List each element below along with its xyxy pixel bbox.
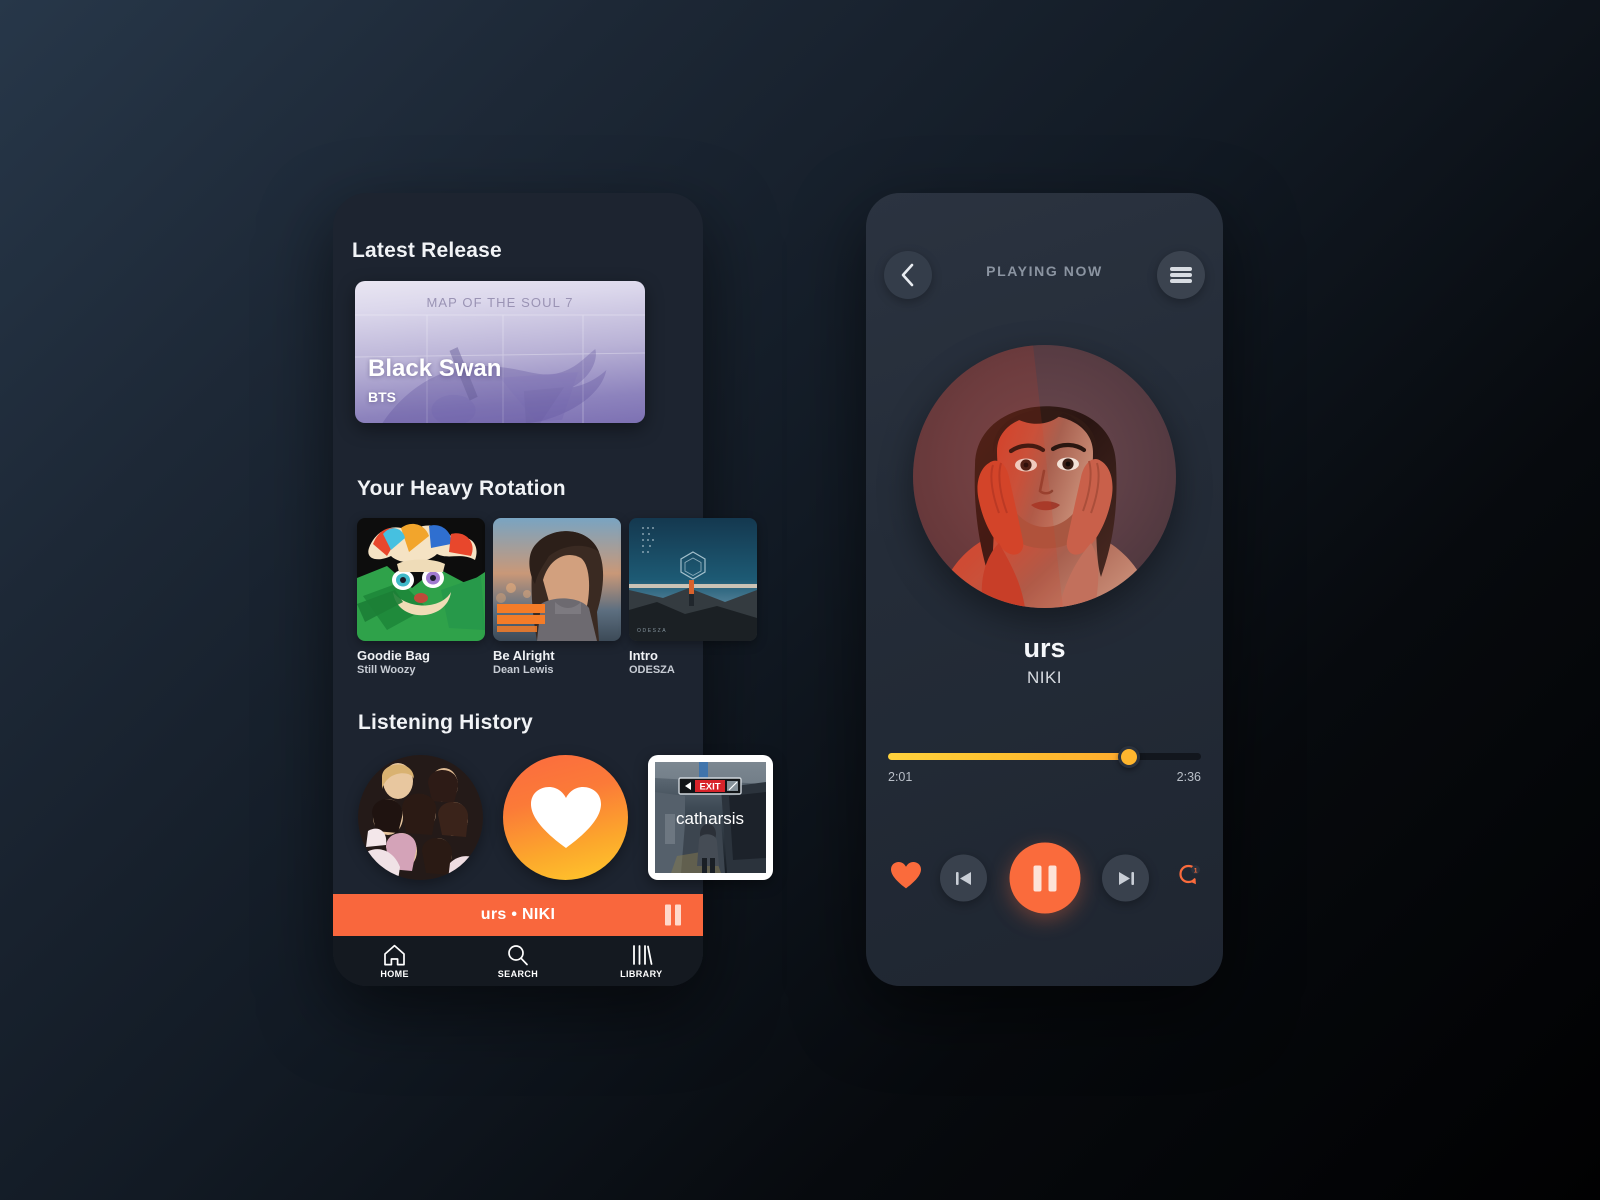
nav-item-library[interactable]: LIBRARY (580, 944, 703, 979)
be-alright-cover-art (493, 518, 621, 641)
heavy-rotation-song: Intro (629, 648, 658, 663)
heavy-rotation-song: Be Alright (493, 648, 555, 663)
player-phone-screen: PLAYING NOW urs NIKI 2:01 2:36 1 (866, 193, 1223, 986)
heart-icon (530, 786, 601, 848)
listening-history-list: EXIT catharsis (358, 755, 773, 880)
heavy-rotation-item-be-alright[interactable]: Be Alright Dean Lewis (493, 518, 621, 676)
catharsis-label: catharsis (676, 809, 744, 828)
listening-history-heading: Listening History (358, 711, 533, 734)
total-time: 2:36 (1176, 770, 1201, 784)
heavy-rotation-artist: ODESZA (629, 664, 675, 676)
like-button[interactable] (891, 862, 921, 894)
history-item-catharsis[interactable]: EXIT catharsis (648, 755, 773, 880)
svg-text:1: 1 (1194, 868, 1198, 875)
current-time: 2:01 (888, 770, 913, 784)
mini-player-bar[interactable]: urs • NIKI (333, 894, 703, 936)
latest-release-song: Black Swan (368, 355, 502, 382)
latest-release-heading: Latest Release (352, 239, 502, 262)
heavy-rotation-item-goodie-bag[interactable]: Goodie Bag Still Woozy (357, 518, 485, 676)
skip-next-icon (1118, 871, 1134, 885)
library-icon (632, 944, 653, 965)
heart-icon (891, 862, 921, 889)
player-controls: 1 (866, 838, 1223, 918)
progress-fill (888, 753, 1129, 760)
progress-bar[interactable] (888, 745, 1201, 768)
heavy-rotation-artist: Dean Lewis (493, 664, 554, 676)
nav-label-home: HOME (380, 968, 409, 979)
previous-button[interactable] (940, 854, 987, 902)
skip-previous-icon (955, 871, 971, 885)
history-item-liked-songs[interactable] (503, 755, 628, 880)
svg-text:ODESZA: ODESZA (637, 628, 667, 634)
heavy-rotation-song: Goodie Bag (357, 648, 430, 663)
home-phone-screen: Latest Release MAP OF THE SOUL 7 Black S… (333, 193, 773, 986)
repeat-button[interactable]: 1 (1177, 864, 1201, 892)
heavy-rotation-artist: Still Woozy (357, 664, 416, 676)
mini-player-text: urs • NIKI (480, 906, 556, 923)
play-pause-button[interactable] (1009, 842, 1080, 914)
album-banner-text: MAP OF THE SOUL 7 (426, 295, 574, 310)
repeat-one-icon: 1 (1179, 864, 1200, 885)
latest-release-card[interactable]: MAP OF THE SOUL 7 Black Swan BTS (355, 281, 645, 423)
nav-item-home[interactable]: HOME (333, 944, 456, 979)
bottom-navigation: HOME SEARCH LIBRARY (333, 936, 703, 986)
player-header: PLAYING NOW (866, 251, 1223, 299)
heavy-rotation-heading: Your Heavy Rotation (357, 477, 566, 500)
mini-player-pause-icon[interactable] (665, 904, 681, 926)
nav-label-search: SEARCH (497, 968, 539, 979)
player-song-title: urs (1023, 633, 1066, 663)
search-icon (508, 944, 529, 965)
player-artist-name: NIKI (1026, 668, 1063, 687)
next-button[interactable] (1102, 854, 1149, 902)
progress-knob[interactable] (1118, 745, 1140, 768)
latest-release-artist: BTS (368, 389, 396, 405)
home-screen: Latest Release MAP OF THE SOUL 7 Black S… (333, 193, 773, 986)
nav-label-library: LIBRARY (620, 968, 663, 979)
history-item-girl-group[interactable] (358, 755, 483, 880)
player-artwork (913, 345, 1176, 608)
goodie-bag-cover-art (357, 518, 485, 641)
svg-text:EXIT: EXIT (699, 782, 720, 793)
catharsis-cover-art: EXIT catharsis (655, 762, 766, 873)
odesza-intro-cover-art: ODESZA (629, 518, 757, 641)
hamburger-menu-icon (1170, 265, 1192, 286)
home-icon (384, 944, 406, 965)
heavy-rotation-item-intro[interactable]: ODESZA Intro ODESZA (629, 518, 757, 676)
pause-icon (1030, 865, 1060, 891)
nav-item-search[interactable]: SEARCH (456, 944, 579, 979)
menu-button[interactable] (1157, 251, 1205, 299)
heavy-rotation-list: Goodie Bag Still Woozy Be Alright Dean L… (357, 518, 757, 676)
